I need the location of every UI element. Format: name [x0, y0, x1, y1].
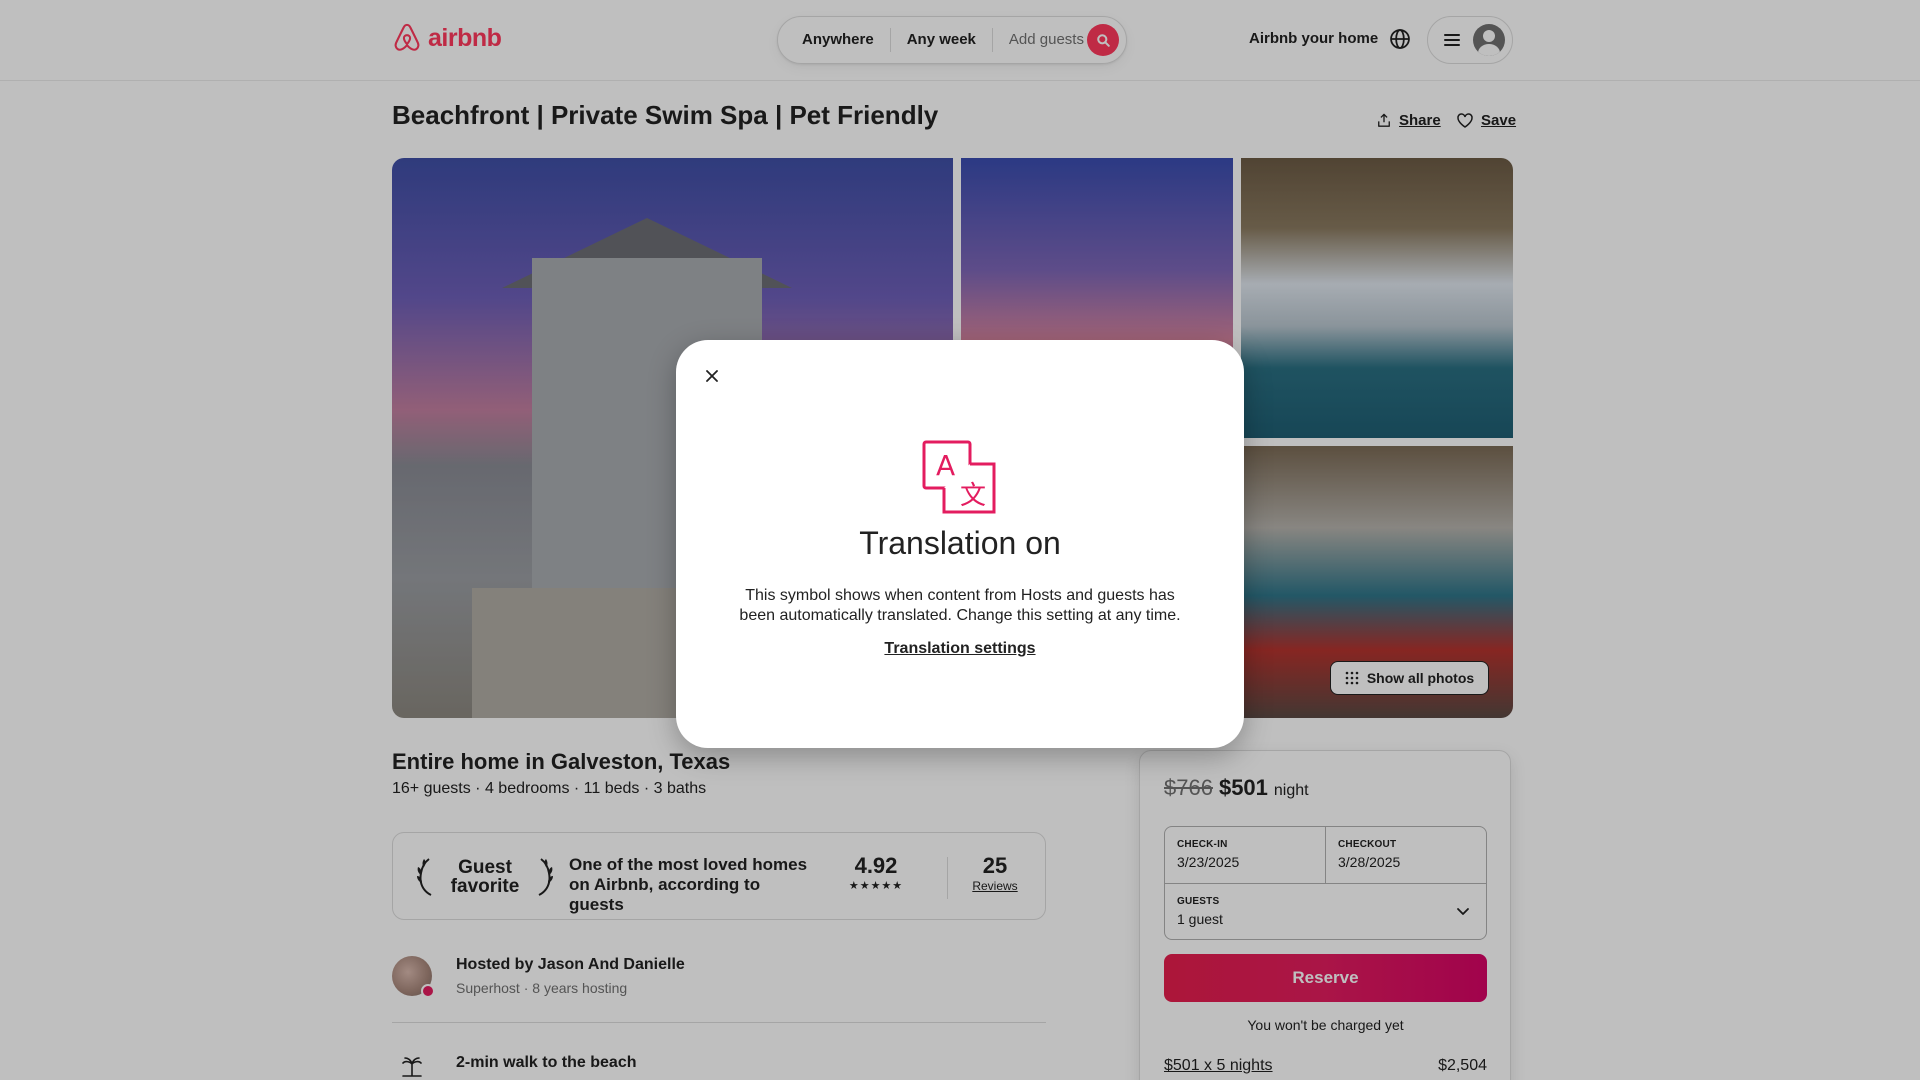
translate-icon: A 文 — [922, 440, 996, 514]
close-button[interactable] — [696, 360, 728, 392]
svg-text:文: 文 — [960, 481, 986, 511]
translation-modal: A 文 Translation on This symbol shows whe… — [676, 340, 1244, 748]
svg-text:A: A — [936, 449, 955, 482]
modal-body: This symbol shows when content from Host… — [739, 587, 1181, 624]
translation-settings-link[interactable]: Translation settings — [676, 640, 1244, 658]
modal-title: Translation on — [859, 525, 1061, 561]
close-icon — [706, 370, 718, 382]
